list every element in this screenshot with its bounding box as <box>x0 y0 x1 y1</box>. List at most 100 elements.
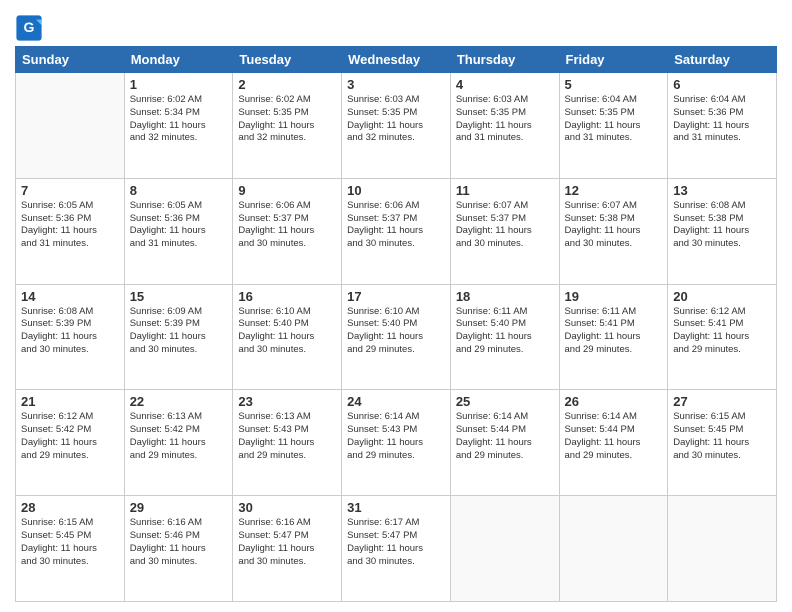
day-cell: 5 Sunrise: 6:04 AM Sunset: 5:35 PM Daylig… <box>559 73 668 179</box>
day-cell: 22 Sunrise: 6:13 AM Sunset: 5:42 PM Dayli… <box>124 390 233 496</box>
day-cell: 31Sunrise: 6:17 AM Sunset: 5:47 PM Dayli… <box>342 496 451 602</box>
day-detail: Sunrise: 6:14 AM Sunset: 5:44 PM Dayligh… <box>565 411 663 462</box>
day-cell: 10 Sunrise: 6:06 AM Sunset: 5:37 PM Dayli… <box>342 178 451 284</box>
col-header-thursday: Thursday <box>450 47 559 73</box>
day-number: 5 <box>565 77 663 92</box>
day-number: 23 <box>238 394 336 409</box>
day-detail: Sunrise: 6:16 AM Sunset: 5:46 PM Dayligh… <box>130 517 228 568</box>
day-cell: 11 Sunrise: 6:07 AM Sunset: 5:37 PM Dayli… <box>450 178 559 284</box>
day-detail: Sunrise: 6:09 AM Sunset: 5:39 PM Dayligh… <box>130 306 228 357</box>
day-cell: 28 Sunrise: 6:15 AM Sunset: 5:45 PM Dayli… <box>16 496 125 602</box>
day-number: 1 <box>130 77 228 92</box>
day-detail: Sunrise: 6:05 AM Sunset: 5:36 PM Dayligh… <box>130 200 228 251</box>
day-cell <box>16 73 125 179</box>
day-cell: 12 Sunrise: 6:07 AM Sunset: 5:38 PM Dayli… <box>559 178 668 284</box>
day-number: 22 <box>130 394 228 409</box>
col-header-saturday: Saturday <box>668 47 777 73</box>
day-detail: Sunrise: 6:16 AM Sunset: 5:47 PM Dayligh… <box>238 517 336 568</box>
day-cell: 29 Sunrise: 6:16 AM Sunset: 5:46 PM Dayli… <box>124 496 233 602</box>
day-detail: Sunrise: 6:15 AM Sunset: 5:45 PM Dayligh… <box>673 411 771 462</box>
day-detail: Sunrise: 6:15 AM Sunset: 5:45 PM Dayligh… <box>21 517 119 568</box>
day-detail: Sunrise: 6:13 AM Sunset: 5:43 PM Dayligh… <box>238 411 336 462</box>
day-cell: 13 Sunrise: 6:08 AM Sunset: 5:38 PM Dayli… <box>668 178 777 284</box>
header: G <box>15 10 777 42</box>
day-detail: Sunrise: 6:02 AM Sunset: 5:35 PM Dayligh… <box>238 94 336 145</box>
week-row-5: 28 Sunrise: 6:15 AM Sunset: 5:45 PM Dayli… <box>16 496 777 602</box>
day-cell: 17 Sunrise: 6:10 AM Sunset: 5:40 PM Dayli… <box>342 284 451 390</box>
day-number: 14 <box>21 289 119 304</box>
day-cell: 6 Sunrise: 6:04 AM Sunset: 5:36 PM Daylig… <box>668 73 777 179</box>
day-detail: Sunrise: 6:07 AM Sunset: 5:37 PM Dayligh… <box>456 200 554 251</box>
svg-text:G: G <box>24 19 35 35</box>
day-number: 18 <box>456 289 554 304</box>
day-number: 9 <box>238 183 336 198</box>
day-number: 10 <box>347 183 445 198</box>
day-number: 2 <box>238 77 336 92</box>
day-detail: Sunrise: 6:03 AM Sunset: 5:35 PM Dayligh… <box>347 94 445 145</box>
day-number: 27 <box>673 394 771 409</box>
page: G SundayMondayTuesdayWednesdayThursdayFr… <box>0 0 792 612</box>
day-cell: 4Sunrise: 6:03 AM Sunset: 5:35 PM Daylig… <box>450 73 559 179</box>
week-row-1: 1 Sunrise: 6:02 AM Sunset: 5:34 PM Daylig… <box>16 73 777 179</box>
day-detail: Sunrise: 6:04 AM Sunset: 5:36 PM Dayligh… <box>673 94 771 145</box>
day-cell: 8Sunrise: 6:05 AM Sunset: 5:36 PM Daylig… <box>124 178 233 284</box>
day-number: 20 <box>673 289 771 304</box>
day-detail: Sunrise: 6:08 AM Sunset: 5:38 PM Dayligh… <box>673 200 771 251</box>
day-number: 29 <box>130 500 228 515</box>
day-cell: 30 Sunrise: 6:16 AM Sunset: 5:47 PM Dayli… <box>233 496 342 602</box>
day-detail: Sunrise: 6:10 AM Sunset: 5:40 PM Dayligh… <box>238 306 336 357</box>
day-cell: 14 Sunrise: 6:08 AM Sunset: 5:39 PM Dayli… <box>16 284 125 390</box>
day-cell: 16 Sunrise: 6:10 AM Sunset: 5:40 PM Dayli… <box>233 284 342 390</box>
logo-icon: G <box>15 14 43 42</box>
day-detail: Sunrise: 6:08 AM Sunset: 5:39 PM Dayligh… <box>21 306 119 357</box>
day-number: 16 <box>238 289 336 304</box>
day-number: 7 <box>21 183 119 198</box>
week-row-2: 7 Sunrise: 6:05 AM Sunset: 5:36 PM Daylig… <box>16 178 777 284</box>
day-detail: Sunrise: 6:06 AM Sunset: 5:37 PM Dayligh… <box>347 200 445 251</box>
col-header-friday: Friday <box>559 47 668 73</box>
day-detail: Sunrise: 6:11 AM Sunset: 5:40 PM Dayligh… <box>456 306 554 357</box>
day-cell <box>450 496 559 602</box>
logo: G <box>15 14 45 42</box>
day-detail: Sunrise: 6:14 AM Sunset: 5:43 PM Dayligh… <box>347 411 445 462</box>
day-number: 6 <box>673 77 771 92</box>
day-number: 21 <box>21 394 119 409</box>
day-number: 12 <box>565 183 663 198</box>
day-cell: 1 Sunrise: 6:02 AM Sunset: 5:34 PM Daylig… <box>124 73 233 179</box>
day-cell: 18 Sunrise: 6:11 AM Sunset: 5:40 PM Dayli… <box>450 284 559 390</box>
day-number: 4 <box>456 77 554 92</box>
week-row-4: 21Sunrise: 6:12 AM Sunset: 5:42 PM Dayli… <box>16 390 777 496</box>
day-cell: 19Sunrise: 6:11 AM Sunset: 5:41 PM Dayli… <box>559 284 668 390</box>
day-detail: Sunrise: 6:02 AM Sunset: 5:34 PM Dayligh… <box>130 94 228 145</box>
day-number: 25 <box>456 394 554 409</box>
day-number: 17 <box>347 289 445 304</box>
day-number: 31 <box>347 500 445 515</box>
day-number: 15 <box>130 289 228 304</box>
day-number: 13 <box>673 183 771 198</box>
day-detail: Sunrise: 6:10 AM Sunset: 5:40 PM Dayligh… <box>347 306 445 357</box>
day-number: 30 <box>238 500 336 515</box>
day-cell: 23 Sunrise: 6:13 AM Sunset: 5:43 PM Dayli… <box>233 390 342 496</box>
day-detail: Sunrise: 6:13 AM Sunset: 5:42 PM Dayligh… <box>130 411 228 462</box>
day-detail: Sunrise: 6:04 AM Sunset: 5:35 PM Dayligh… <box>565 94 663 145</box>
day-cell <box>668 496 777 602</box>
day-cell: 9 Sunrise: 6:06 AM Sunset: 5:37 PM Daylig… <box>233 178 342 284</box>
day-number: 19 <box>565 289 663 304</box>
day-detail: Sunrise: 6:14 AM Sunset: 5:44 PM Dayligh… <box>456 411 554 462</box>
day-detail: Sunrise: 6:05 AM Sunset: 5:36 PM Dayligh… <box>21 200 119 251</box>
day-number: 28 <box>21 500 119 515</box>
col-header-tuesday: Tuesday <box>233 47 342 73</box>
day-cell: 24Sunrise: 6:14 AM Sunset: 5:43 PM Dayli… <box>342 390 451 496</box>
day-detail: Sunrise: 6:07 AM Sunset: 5:38 PM Dayligh… <box>565 200 663 251</box>
day-number: 11 <box>456 183 554 198</box>
day-cell: 26Sunrise: 6:14 AM Sunset: 5:44 PM Dayli… <box>559 390 668 496</box>
day-cell: 15 Sunrise: 6:09 AM Sunset: 5:39 PM Dayli… <box>124 284 233 390</box>
day-cell: 25 Sunrise: 6:14 AM Sunset: 5:44 PM Dayli… <box>450 390 559 496</box>
day-cell: 7 Sunrise: 6:05 AM Sunset: 5:36 PM Daylig… <box>16 178 125 284</box>
day-cell <box>559 496 668 602</box>
col-header-sunday: Sunday <box>16 47 125 73</box>
day-cell: 20Sunrise: 6:12 AM Sunset: 5:41 PM Dayli… <box>668 284 777 390</box>
header-row: SundayMondayTuesdayWednesdayThursdayFrid… <box>16 47 777 73</box>
day-cell: 27 Sunrise: 6:15 AM Sunset: 5:45 PM Dayli… <box>668 390 777 496</box>
day-detail: Sunrise: 6:06 AM Sunset: 5:37 PM Dayligh… <box>238 200 336 251</box>
